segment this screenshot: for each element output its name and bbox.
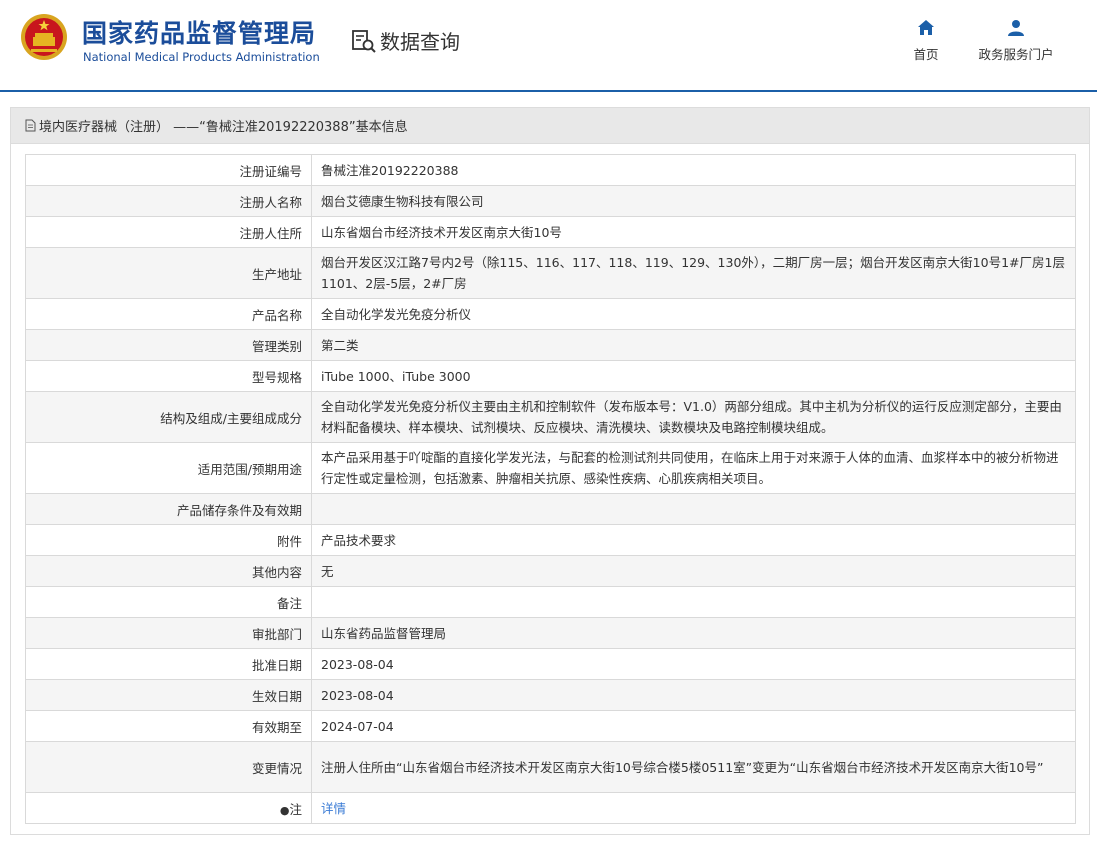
field-label: 生效日期 — [25, 679, 312, 711]
table-row: 变更情况 注册人住所由“山东省烟台市经济技术开发区南京大街10号综合楼5楼0511… — [25, 741, 1076, 793]
field-label: 其他内容 — [25, 555, 312, 587]
national-emblem-icon — [21, 14, 67, 60]
table-row: 生效日期 2023-08-04 — [25, 679, 1076, 711]
nav-home-label: 首页 — [913, 47, 939, 62]
table-row: 注册证编号 鲁械注准20192220388 — [25, 154, 1076, 186]
table-row-note: ●注 详情 — [25, 792, 1076, 824]
field-label: 注册人住所 — [25, 216, 312, 248]
data-query-label: 数据查询 — [380, 30, 460, 54]
field-label: 注册证编号 — [25, 154, 312, 186]
field-value: 鲁械注准20192220388 — [311, 154, 1076, 186]
table-row: 审批部门 山东省药品监督管理局 — [25, 617, 1076, 649]
field-value: 全自动化学发光免疫分析仪 — [311, 298, 1076, 330]
field-value — [311, 493, 1076, 525]
document-search-icon — [352, 29, 376, 53]
field-label: 有效期至 — [25, 710, 312, 742]
field-label: 附件 — [25, 524, 312, 556]
field-value — [311, 586, 1076, 618]
field-label: 产品储存条件及有效期 — [25, 493, 312, 525]
field-value: 2024-07-04 — [311, 710, 1076, 742]
field-label: 生产地址 — [25, 247, 312, 299]
table-row: 注册人住所 山东省烟台市经济技术开发区南京大街10号 — [25, 216, 1076, 248]
field-value: 注册人住所由“山东省烟台市经济技术开发区南京大街10号综合楼5楼0511室”变更… — [311, 741, 1076, 793]
table-row: 批准日期 2023-08-04 — [25, 648, 1076, 680]
table-row: 型号规格 iTube 1000、iTube 3000 — [25, 360, 1076, 392]
field-label: 产品名称 — [25, 298, 312, 330]
user-icon — [1008, 20, 1024, 36]
field-value: 烟台开发区汉江路7号内2号（除115、116、117、118、119、129、1… — [311, 247, 1076, 299]
field-value: 烟台艾德康生物科技有限公司 — [311, 185, 1076, 217]
info-table: 注册证编号 鲁械注准20192220388 注册人名称 烟台艾德康生物科技有限公司 … — [25, 154, 1076, 824]
document-icon — [25, 119, 36, 132]
table-row: 产品储存条件及有效期 — [25, 493, 1076, 525]
table-row: 注册人名称 烟台艾德康生物科技有限公司 — [25, 185, 1076, 217]
field-value: 无 — [311, 555, 1076, 587]
panel-header: 境内医疗器械（注册） ——“鲁械注准20192220388”基本信息 — [11, 108, 1089, 144]
detail-panel: 境内医疗器械（注册） ——“鲁械注准20192220388”基本信息 注册证编号… — [10, 107, 1090, 835]
field-value: 全自动化学发光免疫分析仪主要由主机和控制软件（发布版本号：V1.0）两部分组成。… — [311, 391, 1076, 443]
table-row: 有效期至 2024-07-04 — [25, 710, 1076, 742]
field-label: 变更情况 — [25, 741, 312, 793]
field-label: 型号规格 — [25, 360, 312, 392]
field-value: 山东省烟台市经济技术开发区南京大街10号 — [311, 216, 1076, 248]
panel-title: 境内医疗器械（注册） ——“鲁械注准20192220388”基本信息 — [39, 120, 408, 135]
field-value: 2023-08-04 — [311, 648, 1076, 680]
field-label: 适用范围/预期用途 — [25, 442, 312, 494]
field-label: 管理类别 — [25, 329, 312, 361]
table-row: 备注 — [25, 586, 1076, 618]
field-label: 批准日期 — [25, 648, 312, 680]
note-label-cell: ●注 — [25, 792, 312, 824]
field-value: iTube 1000、iTube 3000 — [311, 360, 1076, 392]
home-icon — [918, 20, 934, 35]
field-label: 结构及组成/主要组成成分 — [25, 391, 312, 443]
table-row: 结构及组成/主要组成成分 全自动化学发光免疫分析仪主要由主机和控制软件（发布版本号… — [25, 391, 1076, 443]
table-row: 适用范围/预期用途 本产品采用基于吖啶酯的直接化学发光法，与配套的检测试剂共同使用… — [25, 442, 1076, 494]
field-value: 产品技术要求 — [311, 524, 1076, 556]
data-query-title: 数据查询 — [350, 26, 460, 55]
field-label: 备注 — [25, 586, 312, 618]
field-value: 本产品采用基于吖啶酯的直接化学发光法，与配套的检测试剂共同使用，在临床上用于对来… — [311, 442, 1076, 494]
note-label: 注 — [289, 801, 302, 817]
org-name-en: National Medical Products Administration — [83, 50, 320, 64]
note-value-cell: 详情 — [311, 792, 1076, 824]
field-value: 2023-08-04 — [311, 679, 1076, 711]
site-header: 国家药品监督管理局 National Medical Products Admi… — [0, 0, 1097, 92]
table-row: 产品名称 全自动化学发光免疫分析仪 — [25, 298, 1076, 330]
details-link[interactable]: 详情 — [321, 801, 346, 816]
org-name-cn: 国家药品监督管理局 — [82, 19, 317, 48]
table-row: 管理类别 第二类 — [25, 329, 1076, 361]
field-value: 山东省药品监督管理局 — [311, 617, 1076, 649]
table-row: 附件 产品技术要求 — [25, 524, 1076, 556]
nav-service-portal[interactable]: 政务服务门户 — [970, 18, 1062, 63]
field-label: 注册人名称 — [25, 185, 312, 217]
field-label: 审批部门 — [25, 617, 312, 649]
field-value: 第二类 — [311, 329, 1076, 361]
nav-portal-label: 政务服务门户 — [978, 47, 1054, 62]
table-row: 生产地址 烟台开发区汉江路7号内2号（除115、116、117、118、119、1… — [25, 247, 1076, 299]
table-row: 其他内容无 — [25, 555, 1076, 587]
nav-home[interactable]: 首页 — [908, 18, 944, 63]
